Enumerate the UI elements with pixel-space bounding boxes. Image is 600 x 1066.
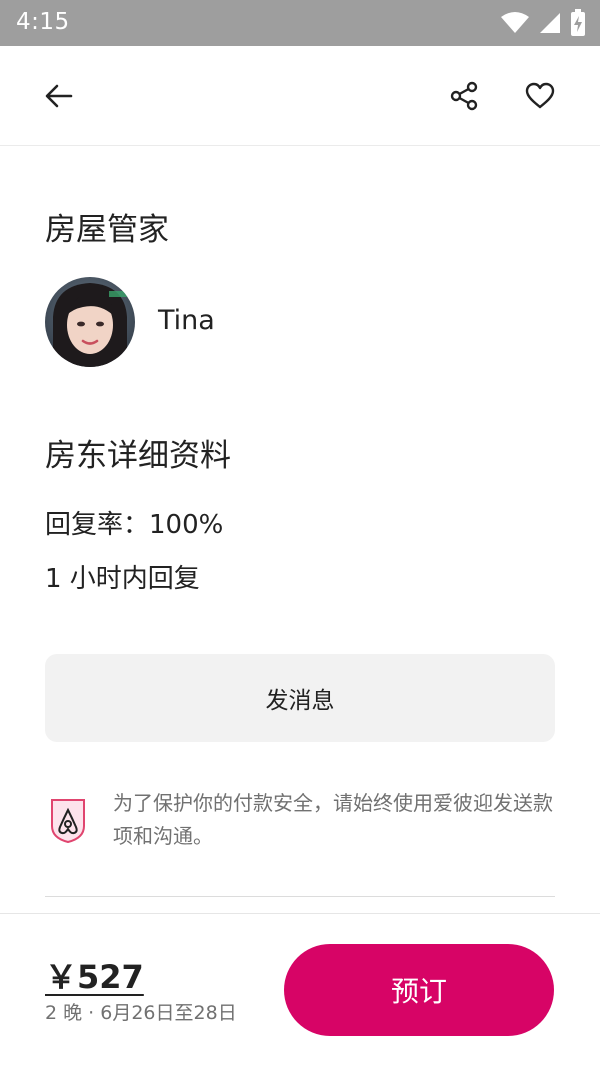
status-bar: 4:15 [0,0,600,46]
stay-dates: 2 晚 · 6月26日至28日 [45,1002,237,1024]
status-icons [500,9,586,37]
top-toolbar [0,46,600,146]
payment-safety-notice: 为了保护你的付款安全，请始终使用爱彼迎发送款项和沟通。 [113,791,553,848]
host-avatar[interactable] [45,277,135,367]
airbnb-shield-icon [51,799,85,844]
save-favorite-button[interactable] [518,74,562,118]
signal-icon [540,13,560,33]
battery-icon [571,9,585,36]
host-avatar-image [45,277,135,367]
total-price[interactable]: ￥527 [45,952,144,998]
divider [45,896,555,897]
host-section-title: 房屋管家 [45,212,169,248]
reply-time: 1 小时内回复 [45,564,200,594]
back-button[interactable] [37,74,81,118]
reserve-button[interactable]: 预订 [284,944,554,1036]
wifi-icon [501,12,529,33]
back-arrow-icon [45,84,73,108]
status-time: 4:15 [16,9,70,35]
host-name[interactable]: Tina [158,305,215,336]
send-message-button[interactable]: 发消息 [45,654,555,742]
share-icon [450,81,478,111]
host-details-title: 房东详细资料 [45,438,231,474]
heart-icon [525,82,555,109]
booking-footer: ￥527 2 晚 · 6月26日至28日 预订 [0,913,600,1066]
reply-rate: 回复率：100% [45,510,224,540]
share-button[interactable] [442,74,486,118]
